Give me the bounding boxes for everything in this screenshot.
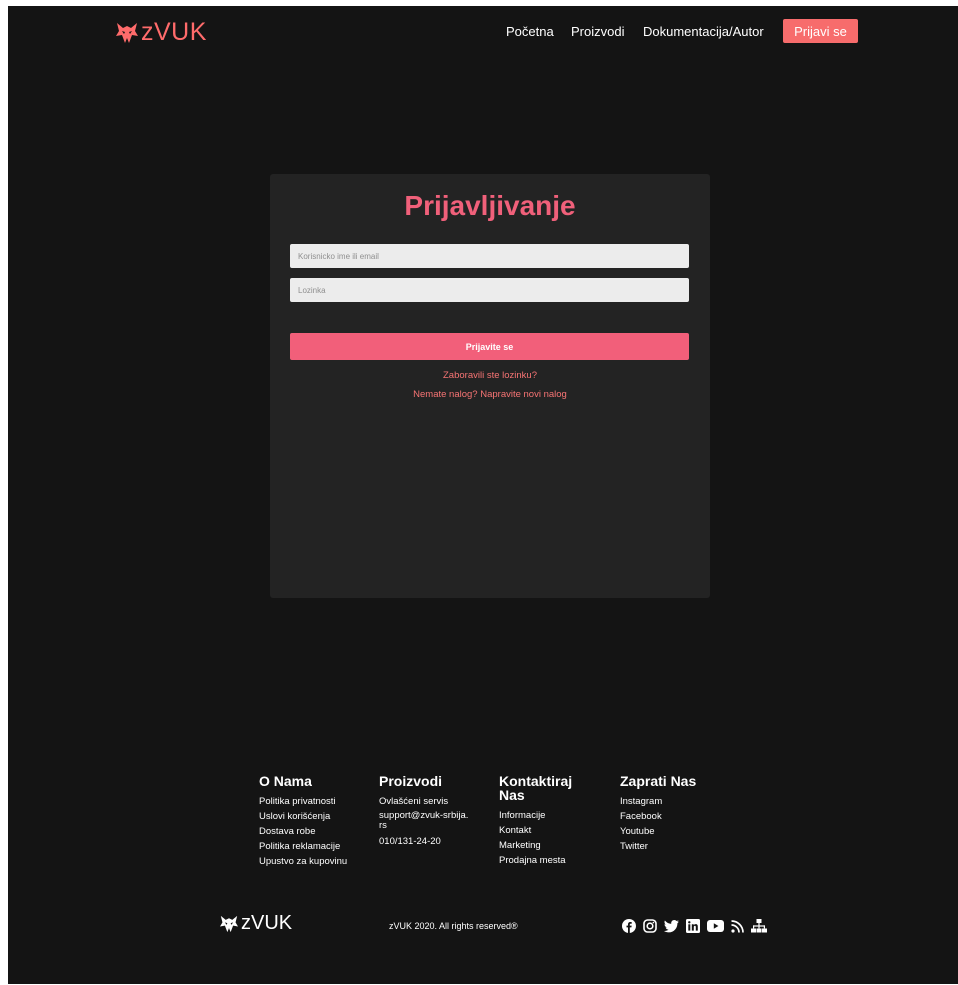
register-link[interactable]: Nemate nalog? Napravite novi nalog	[270, 389, 710, 400]
twitter-icon[interactable]	[664, 919, 679, 933]
youtube-icon[interactable]	[707, 920, 724, 932]
password-input[interactable]: Lozinka	[290, 278, 689, 302]
footer-col-products: Proizvodi Ovlašćeni servis support@zvuk-…	[379, 774, 469, 849]
copyright-text: zVUK 2020. All rights reserved®	[389, 921, 518, 931]
footer-col-about: O Nama Politika privatnosti Uslovi koriš…	[259, 774, 347, 869]
footer-link[interactable]: 010/131-24-20	[379, 834, 469, 849]
wolf-icon	[220, 915, 238, 932]
password-placeholder: Lozinka	[298, 285, 326, 295]
nav-products[interactable]: Proizvodi	[571, 24, 624, 39]
footer-link[interactable]: Kontakt	[499, 823, 594, 838]
footer-link[interactable]: Instagram	[620, 794, 696, 809]
footer-link[interactable]: Uslovi korišćenja	[259, 809, 347, 824]
username-placeholder: Korisnicko ime ili email	[298, 251, 379, 261]
forgot-password-link[interactable]: Zaboravili ste lozinku?	[270, 370, 710, 381]
footer-link[interactable]: Politika privatnosti	[259, 794, 347, 809]
footer-logo[interactable]: zVUK	[219, 912, 292, 935]
footer-col-contact: Kontaktiraj Nas Informacije Kontakt Mark…	[499, 774, 594, 868]
footer-col-title: Zaprati Nas	[620, 773, 697, 789]
login-title: Prijavljivanje	[404, 190, 576, 221]
footer-link[interactable]: Informacije	[499, 808, 594, 823]
nav-documentation[interactable]: Dokumentacija/Autor	[643, 24, 764, 39]
footer-link[interactable]: Dostava robe	[259, 824, 347, 839]
footer-col-title: Proizvodi	[379, 773, 443, 789]
footer-col-follow: Zaprati Nas Instagram Facebook Youtube T…	[620, 774, 696, 854]
page: zVUK Početna Proizvodi Dokumentacija/Aut…	[8, 6, 958, 984]
social-icons	[622, 919, 767, 933]
footer-col-title: Kontaktiraj Nas	[499, 773, 573, 803]
footer-col-title: O Nama	[259, 773, 312, 789]
sitemap-icon[interactable]	[751, 919, 767, 933]
footer-link[interactable]: Prodajna mesta	[499, 853, 594, 868]
rss-icon[interactable]	[731, 919, 744, 933]
footer-link[interactable]: Facebook	[620, 809, 696, 824]
instagram-icon[interactable]	[643, 919, 657, 933]
footer-link[interactable]: Upustvo za kupovinu	[259, 854, 347, 869]
footer-link[interactable]: Youtube	[620, 824, 696, 839]
footer-link[interactable]: Marketing	[499, 838, 594, 853]
footer-logo-text: zVUK	[241, 912, 293, 934]
login-nav-button[interactable]: Prijavi se	[783, 19, 858, 43]
footer-link[interactable]: Politika reklamacije	[259, 839, 347, 854]
facebook-icon[interactable]	[622, 919, 636, 933]
footer-link[interactable]: Twitter	[620, 839, 696, 854]
footer-link[interactable]: support@zvuk-srbija.rs	[379, 809, 469, 834]
nav-home[interactable]: Početna	[506, 24, 554, 39]
footer-link[interactable]: Ovlašćeni servis	[379, 794, 469, 809]
login-submit-button[interactable]: Prijavite se	[290, 333, 689, 360]
linkedin-icon[interactable]	[686, 919, 700, 933]
username-input[interactable]: Korisnicko ime ili email	[290, 244, 689, 268]
login-card: Prijavljivanje Korisnicko ime ili email …	[270, 174, 710, 598]
